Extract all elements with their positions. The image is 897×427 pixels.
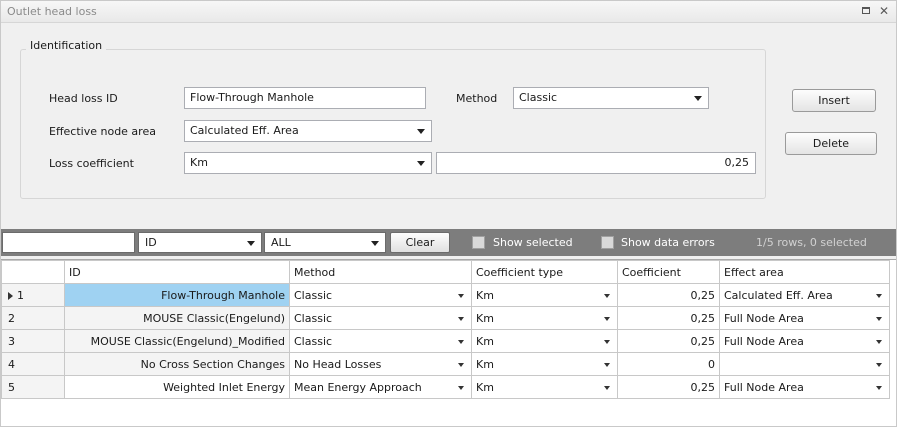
table-row[interactable]: 2 MOUSE Classic(Engelund) Classic Km 0,2… — [1, 306, 890, 330]
loss-coefficient-label: Loss coefficient — [49, 157, 134, 170]
effective-node-area-value: Calculated Eff. Area — [190, 124, 299, 137]
row-number[interactable]: 2 — [1, 306, 65, 330]
table-row[interactable]: 1 Flow-Through Manhole Classic Km 0,25 C… — [1, 283, 890, 307]
cell-method[interactable]: Mean Energy Approach — [289, 375, 472, 399]
cell-coefficient-type[interactable]: Km — [471, 306, 618, 330]
filter-field-value: ID — [145, 236, 157, 249]
chevron-down-icon — [694, 96, 702, 101]
chevron-down-icon[interactable] — [604, 317, 610, 321]
column-header-method[interactable]: Method — [289, 260, 472, 284]
chevron-down-icon — [247, 241, 255, 246]
cell-id[interactable]: Weighted Inlet Energy — [64, 375, 290, 399]
method-label: Method — [456, 92, 498, 105]
cell-effect-area[interactable]: Full Node Area — [719, 306, 890, 330]
cell-effect-area[interactable]: Calculated Eff. Area — [719, 283, 890, 307]
delete-button[interactable]: Delete — [785, 132, 877, 155]
chevron-down-icon — [371, 241, 379, 246]
column-header-coefficient[interactable]: Coefficient — [617, 260, 720, 284]
insert-button[interactable]: Insert — [792, 89, 876, 112]
loss-coefficient-dropdown[interactable]: Km — [184, 152, 432, 174]
filter-field-dropdown[interactable]: ID — [138, 232, 262, 253]
cell-id[interactable]: MOUSE Classic(Engelund)_Modified — [64, 329, 290, 353]
show-data-errors-label[interactable]: Show data errors — [621, 236, 715, 249]
cell-method[interactable]: Classic — [289, 283, 472, 307]
show-data-errors-checkbox[interactable] — [601, 236, 614, 249]
method-dropdown[interactable]: Classic — [513, 87, 709, 109]
chevron-down-icon[interactable] — [604, 340, 610, 344]
chevron-down-icon[interactable] — [876, 386, 882, 390]
cell-effect-area[interactable]: Full Node Area — [719, 329, 890, 353]
show-selected-checkbox[interactable] — [472, 236, 485, 249]
row-number[interactable]: 1 — [1, 283, 65, 307]
window-title: Outlet head loss — [7, 5, 97, 18]
column-header-coefficient-type[interactable]: Coefficient type — [471, 260, 618, 284]
cell-effect-area[interactable]: Full Node Area — [719, 375, 890, 399]
chevron-down-icon[interactable] — [876, 317, 882, 321]
cell-effect-area[interactable] — [719, 352, 890, 376]
cell-coefficient[interactable]: 0,25 — [617, 306, 720, 330]
chevron-down-icon[interactable] — [604, 363, 610, 367]
coefficient-input[interactable]: 0,25 — [436, 152, 756, 174]
cell-coefficient[interactable]: 0,25 — [617, 283, 720, 307]
identification-legend: Identification — [26, 39, 107, 52]
row-number[interactable]: 3 — [1, 329, 65, 353]
filter-scope-dropdown[interactable]: ALL — [264, 232, 386, 253]
cell-coefficient-type[interactable]: Km — [471, 352, 618, 376]
cell-method[interactable]: No Head Losses — [289, 352, 472, 376]
show-selected-label[interactable]: Show selected — [493, 236, 573, 249]
row-count-status: 1/5 rows, 0 selected — [756, 236, 867, 249]
table-row[interactable]: 3 MOUSE Classic(Engelund)_Modified Class… — [1, 329, 890, 353]
outlet-head-loss-window: Outlet head loss ✕ Identification Head l… — [0, 0, 897, 427]
close-icon[interactable]: ✕ — [877, 4, 891, 18]
cell-id[interactable]: No Cross Section Changes — [64, 352, 290, 376]
filter-bar: ID ALL Clear Show selected Show data err… — [1, 229, 896, 256]
chevron-down-icon[interactable] — [458, 294, 464, 298]
row-number[interactable]: 5 — [1, 375, 65, 399]
head-loss-id-label: Head loss ID — [49, 92, 118, 105]
cell-coefficient[interactable]: 0,25 — [617, 329, 720, 353]
loss-coefficient-value: Km — [190, 156, 208, 169]
maximize-icon[interactable] — [859, 4, 873, 18]
cell-id[interactable]: MOUSE Classic(Engelund) — [64, 306, 290, 330]
cell-coefficient-type[interactable]: Km — [471, 283, 618, 307]
cell-method[interactable]: Classic — [289, 306, 472, 330]
cell-method[interactable]: Classic — [289, 329, 472, 353]
table-row[interactable]: 5 Weighted Inlet Energy Mean Energy Appr… — [1, 375, 890, 399]
chevron-down-icon — [417, 161, 425, 166]
title-bar: Outlet head loss ✕ — [1, 1, 896, 23]
effective-node-area-label: Effective node area — [49, 125, 156, 138]
chevron-down-icon[interactable] — [458, 317, 464, 321]
filter-scope-value: ALL — [271, 236, 291, 249]
chevron-down-icon[interactable] — [458, 386, 464, 390]
cell-coefficient[interactable]: 0,25 — [617, 375, 720, 399]
table-row[interactable]: 4 No Cross Section Changes No Head Losse… — [1, 352, 890, 376]
cell-coefficient-type[interactable]: Km — [471, 375, 618, 399]
filter-text-input[interactable] — [2, 232, 135, 253]
chevron-down-icon[interactable] — [604, 386, 610, 390]
method-value: Classic — [519, 91, 558, 104]
cell-id[interactable]: Flow-Through Manhole — [64, 283, 290, 307]
head-loss-grid: ID Method Coefficient type Coefficient E… — [1, 259, 896, 426]
table-header-row: ID Method Coefficient type Coefficient E… — [1, 260, 890, 284]
chevron-down-icon[interactable] — [458, 340, 464, 344]
cell-coefficient[interactable]: 0 — [617, 352, 720, 376]
clear-button[interactable]: Clear — [390, 232, 450, 253]
chevron-down-icon[interactable] — [876, 363, 882, 367]
effective-node-area-dropdown[interactable]: Calculated Eff. Area — [184, 120, 432, 142]
cell-coefficient-type[interactable]: Km — [471, 329, 618, 353]
chevron-down-icon[interactable] — [876, 294, 882, 298]
current-row-icon — [8, 291, 13, 300]
column-header-effect-area[interactable]: Effect area — [719, 260, 890, 284]
row-header-corner — [1, 260, 65, 284]
chevron-down-icon[interactable] — [458, 363, 464, 367]
column-header-id[interactable]: ID — [64, 260, 290, 284]
row-number[interactable]: 4 — [1, 352, 65, 376]
head-loss-table: ID Method Coefficient type Coefficient E… — [1, 260, 890, 399]
chevron-down-icon[interactable] — [604, 294, 610, 298]
chevron-down-icon[interactable] — [876, 340, 882, 344]
head-loss-id-input[interactable]: Flow-Through Manhole — [184, 87, 426, 109]
chevron-down-icon — [417, 129, 425, 134]
